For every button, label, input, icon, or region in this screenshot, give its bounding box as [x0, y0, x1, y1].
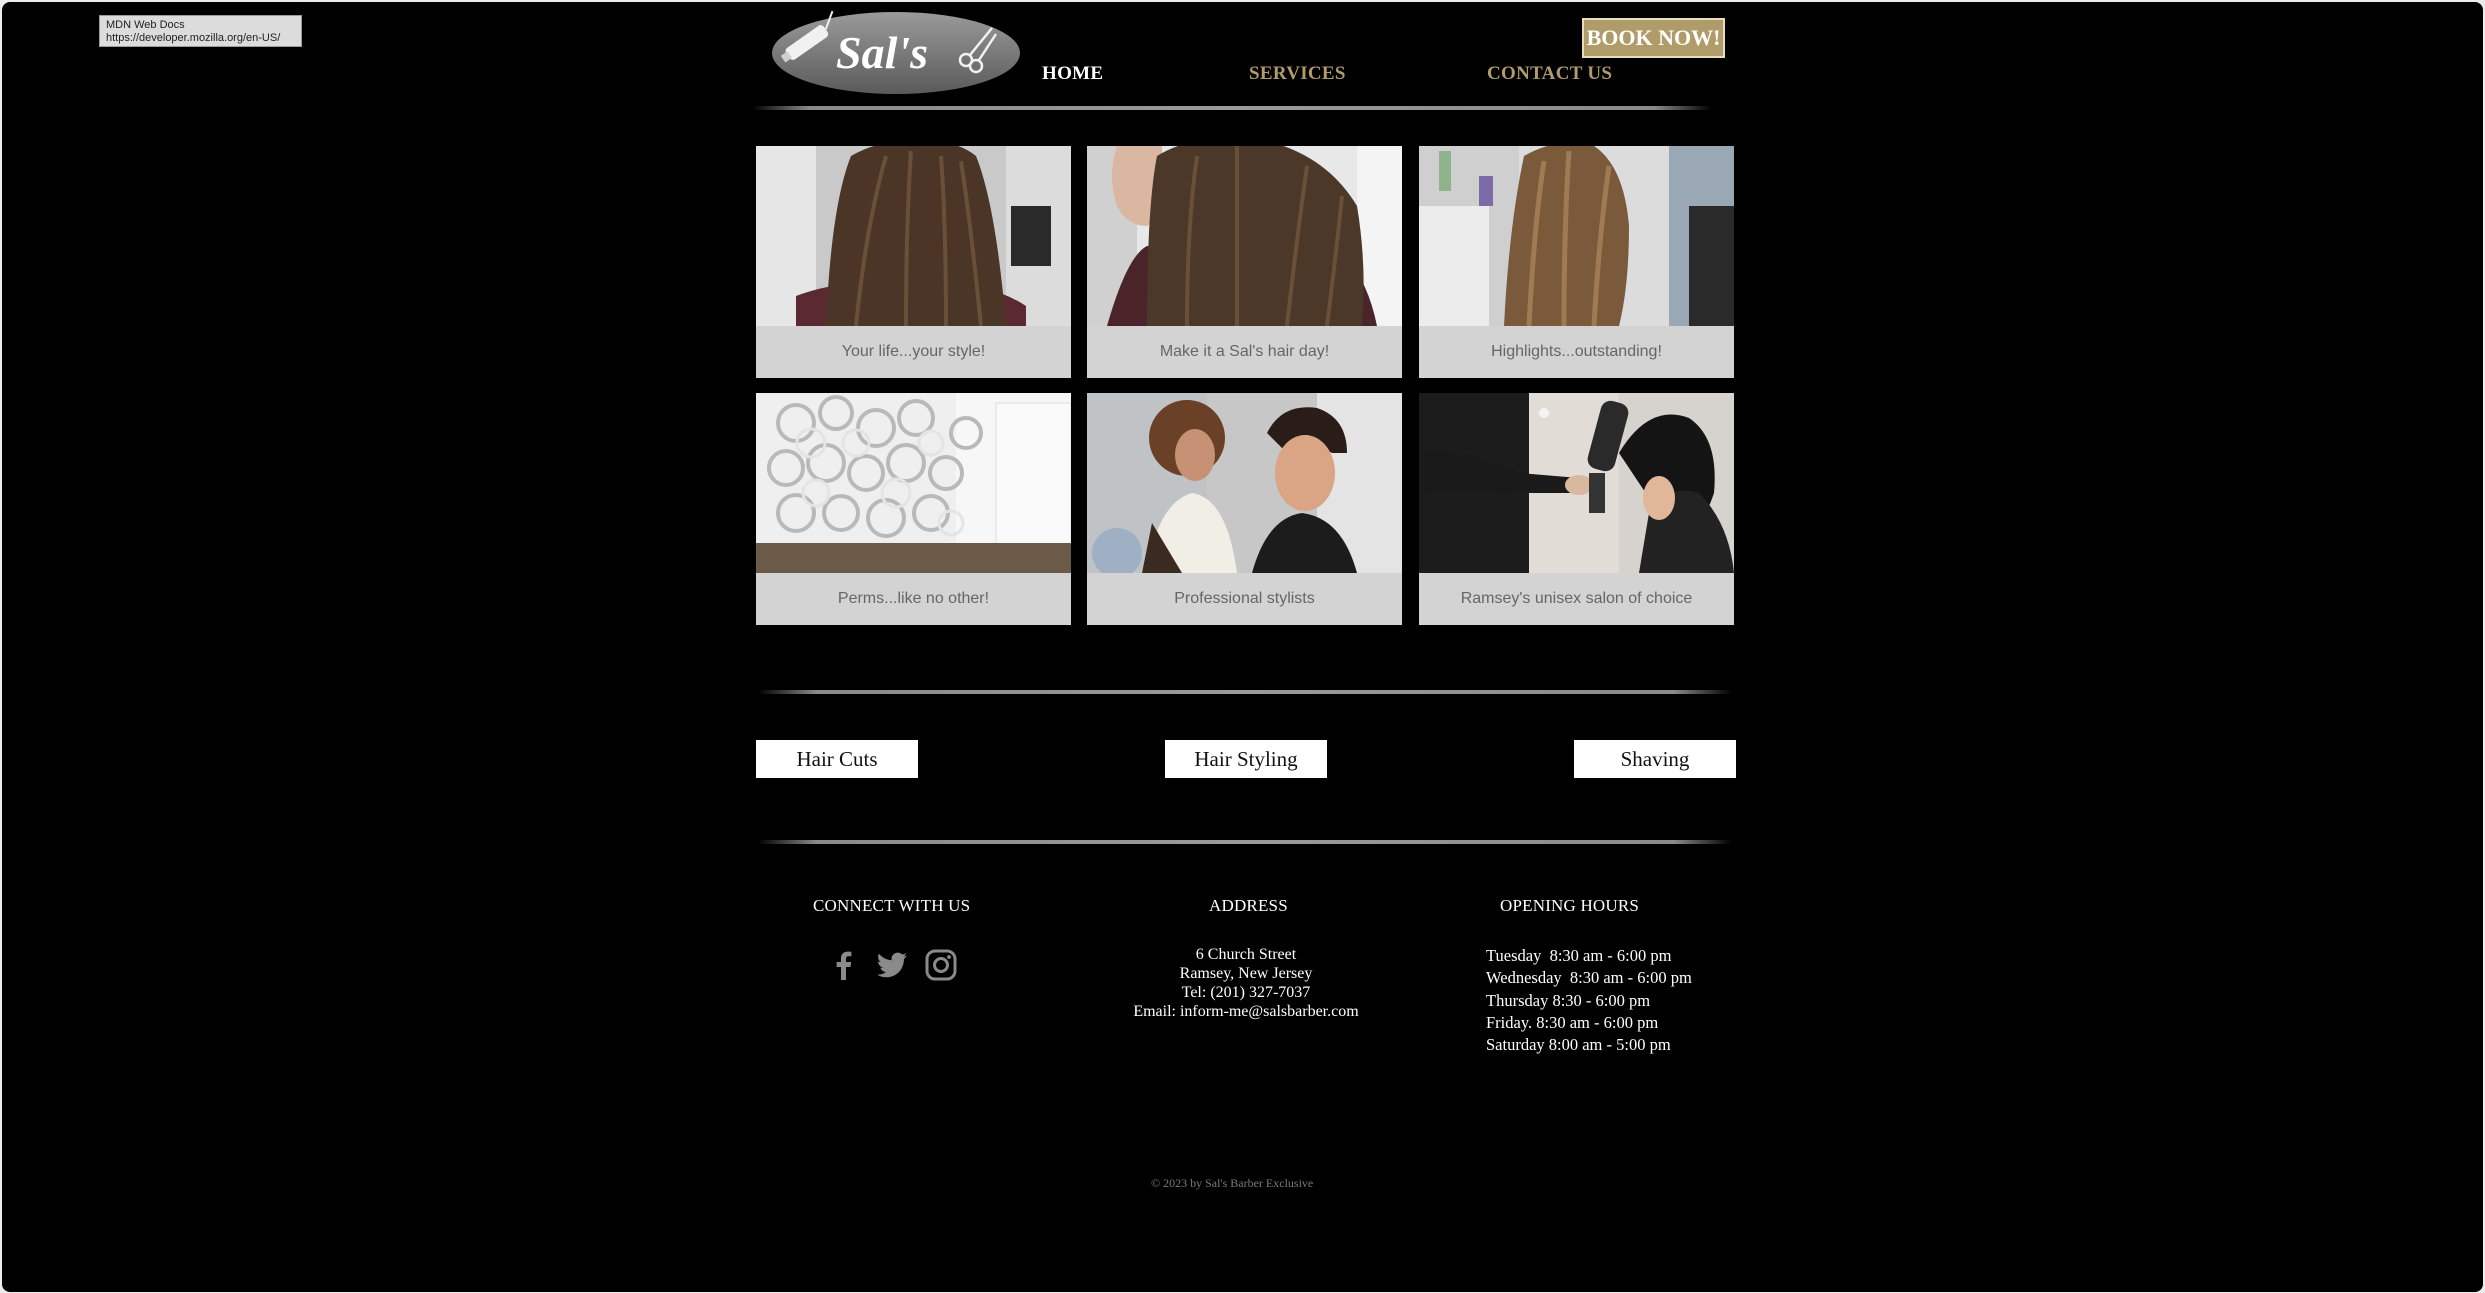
gallery-photo-straight-hair-back	[756, 146, 1071, 326]
gallery-caption: Professional stylists	[1174, 590, 1315, 607]
nav-home[interactable]: HOME	[1042, 63, 1103, 85]
footer-divider	[758, 840, 1732, 844]
hair-styling-button[interactable]: Hair Styling	[1165, 740, 1327, 778]
gallery-caption: Perms...like no other!	[837, 590, 990, 607]
hours-line: Friday. 8:30 am - 6:00 pm	[1486, 1012, 1659, 1032]
address-line-city: Ramsey, New Jersey	[1179, 965, 1313, 982]
gallery-card[interactable]: Your life...your style!	[756, 146, 1071, 378]
address-line-phone: Tel: (201) 327-7037	[1181, 984, 1311, 1001]
address-line-street: 6 Church Street	[1195, 946, 1297, 963]
gallery-card[interactable]: Perms...like no other!	[756, 393, 1071, 625]
hours-line: Wednesday 8:30 am - 6:00 pm	[1486, 968, 1692, 988]
gallery-card[interactable]: Professional stylists	[1087, 393, 1402, 625]
logo-text: Sal's	[836, 27, 928, 78]
instagram-icon[interactable]	[922, 946, 960, 984]
gallery-caption: Highlights...outstanding!	[1491, 343, 1662, 360]
nav-services[interactable]: SERVICES	[1249, 63, 1346, 85]
gallery-caption: Your life...your style!	[841, 343, 986, 360]
opening-hours-block: Tuesday 8:30 am - 6:00 pm Wednesday 8:30…	[1486, 945, 1692, 1056]
hours-line: Tuesday 8:30 am - 6:00 pm	[1486, 946, 1672, 965]
gallery-caption: Ramsey's unisex salon of choice	[1460, 590, 1693, 607]
tooltip-url: https://developer.mozilla.org/en-US/	[106, 32, 281, 44]
social-links	[825, 946, 960, 986]
twitter-icon[interactable]	[873, 946, 911, 984]
address-heading: ADDRESS	[1209, 896, 1288, 915]
connect-heading: CONNECT WITH US	[813, 896, 971, 915]
shaving-button[interactable]: Shaving	[1574, 740, 1736, 778]
gallery-card[interactable]: Make it a Sal's hair day!	[1087, 146, 1402, 378]
header-divider	[752, 106, 1712, 110]
book-now-button[interactable]: BOOK NOW!	[1582, 18, 1725, 58]
address-line-email: Email: inform-me@salsbarber.com	[1133, 1003, 1359, 1020]
tooltip-title: MDN Web Docs	[106, 19, 185, 31]
hours-line: Thursday 8:30 - 6:00 pm	[1486, 990, 1651, 1010]
sals-logo[interactable]: Sal's	[770, 10, 1022, 95]
gallery-photo-woman-profile	[1087, 146, 1402, 326]
link-tooltip: MDN Web Docs https://developer.mozilla.o…	[99, 15, 302, 47]
hours-line: Saturday 8:00 am - 5:00 pm	[1486, 1035, 1671, 1055]
gallery-photo-highlights	[1419, 146, 1734, 326]
gallery-caption: Make it a Sal's hair day!	[1159, 343, 1330, 360]
facebook-icon[interactable]	[825, 946, 863, 984]
hair-cuts-button[interactable]: Hair Cuts	[756, 740, 918, 778]
address-block: 6 Church Street Ramsey, New Jersey Tel: …	[1102, 945, 1390, 1021]
nav-contact-us[interactable]: CONTACT US	[1487, 63, 1612, 85]
opening-hours-heading: OPENING HOURS	[1500, 896, 1640, 915]
gallery-card[interactable]: Highlights...outstanding!	[1419, 146, 1734, 378]
gallery-photo-stylist-and-client	[1087, 393, 1402, 573]
gallery-photo-perm-curls	[756, 393, 1071, 573]
gallery-photo-blow-dry	[1419, 393, 1734, 573]
gallery-divider	[758, 690, 1732, 694]
copyright-text: © 2023 by Sal's Barber Exclusive	[1151, 1176, 1314, 1190]
browser-viewport: MDN Web Docs https://developer.mozilla.o…	[2, 2, 2483, 1292]
gallery-card[interactable]: Ramsey's unisex salon of choice	[1419, 393, 1734, 625]
